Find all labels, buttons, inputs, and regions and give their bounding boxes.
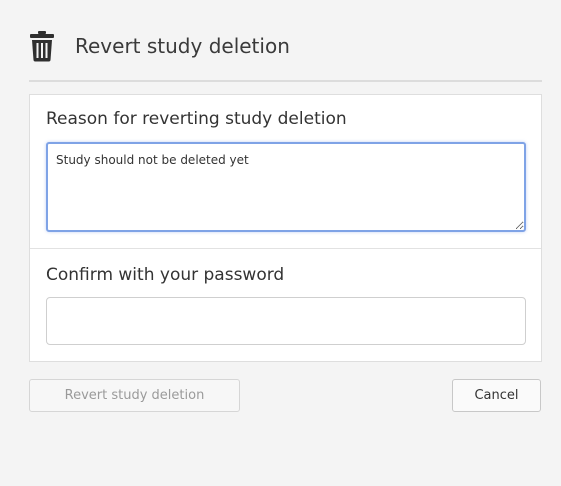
revert-form: Reason for reverting study deletion Conf… (29, 94, 542, 362)
revert-deletion-dialog: Revert study deletion Reason for reverti… (0, 0, 561, 486)
password-label: Confirm with your password (46, 265, 285, 285)
trash-icon (29, 30, 55, 62)
reason-label: Reason for reverting study deletion (46, 109, 347, 129)
reason-textarea[interactable] (46, 142, 526, 232)
password-input[interactable] (46, 297, 526, 345)
cancel-button[interactable]: Cancel (452, 379, 541, 412)
revert-study-deletion-button[interactable]: Revert study deletion (29, 379, 240, 412)
dialog-title: Revert study deletion (75, 34, 290, 58)
dialog-header: Revert study deletion (29, 26, 542, 82)
reason-section: Reason for reverting study deletion (30, 95, 541, 249)
